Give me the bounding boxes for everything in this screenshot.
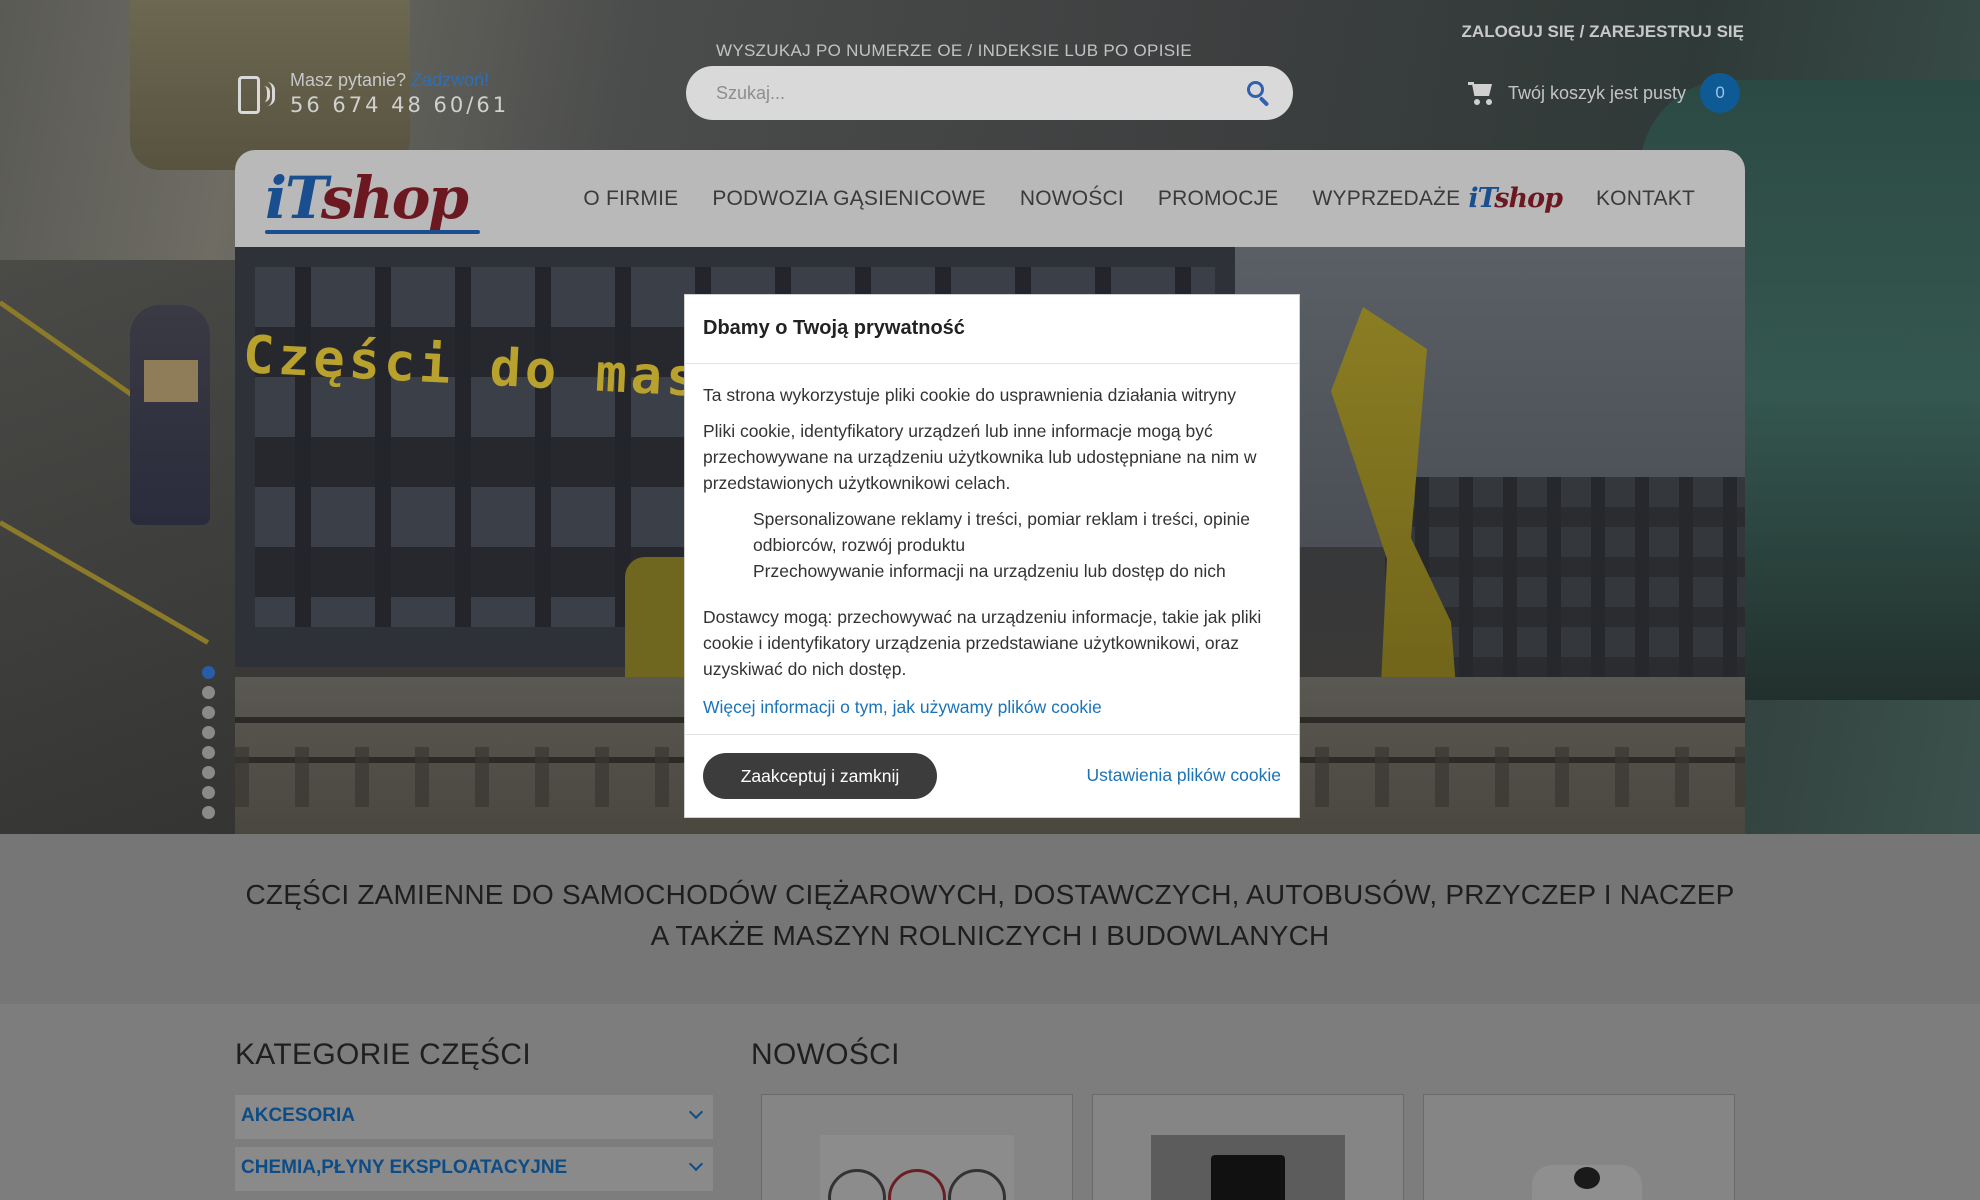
cookie-settings-link[interactable]: Ustawienia plików cookie: [1086, 765, 1281, 786]
cookie-consent-dialog: Dbamy o Twoją prywatność Ta strona wykor…: [684, 294, 1300, 818]
cookie-purposes: Spersonalizowane reklamy i treści, pomia…: [703, 506, 1281, 584]
cookie-vendors: Dostawcy mogą: przechowywać na urządzeni…: [703, 607, 1262, 679]
cookie-more-info-link[interactable]: Więcej informacji o tym, jak używamy pli…: [703, 694, 1102, 720]
cookie-purpose-item: Przechowywanie informacji na urządzeniu …: [753, 561, 1226, 581]
cookie-purpose-item: Spersonalizowane reklamy i treści, pomia…: [753, 509, 1250, 555]
cookie-dialog-title: Dbamy o Twoją prywatność: [703, 317, 965, 339]
cookie-intro: Ta strona wykorzystuje pliki cookie do u…: [703, 385, 1237, 405]
accept-cookies-button[interactable]: Zaakceptuj i zamknij: [703, 753, 937, 799]
cookie-details: Pliki cookie, identyfikatory urządzeń lu…: [703, 421, 1257, 493]
